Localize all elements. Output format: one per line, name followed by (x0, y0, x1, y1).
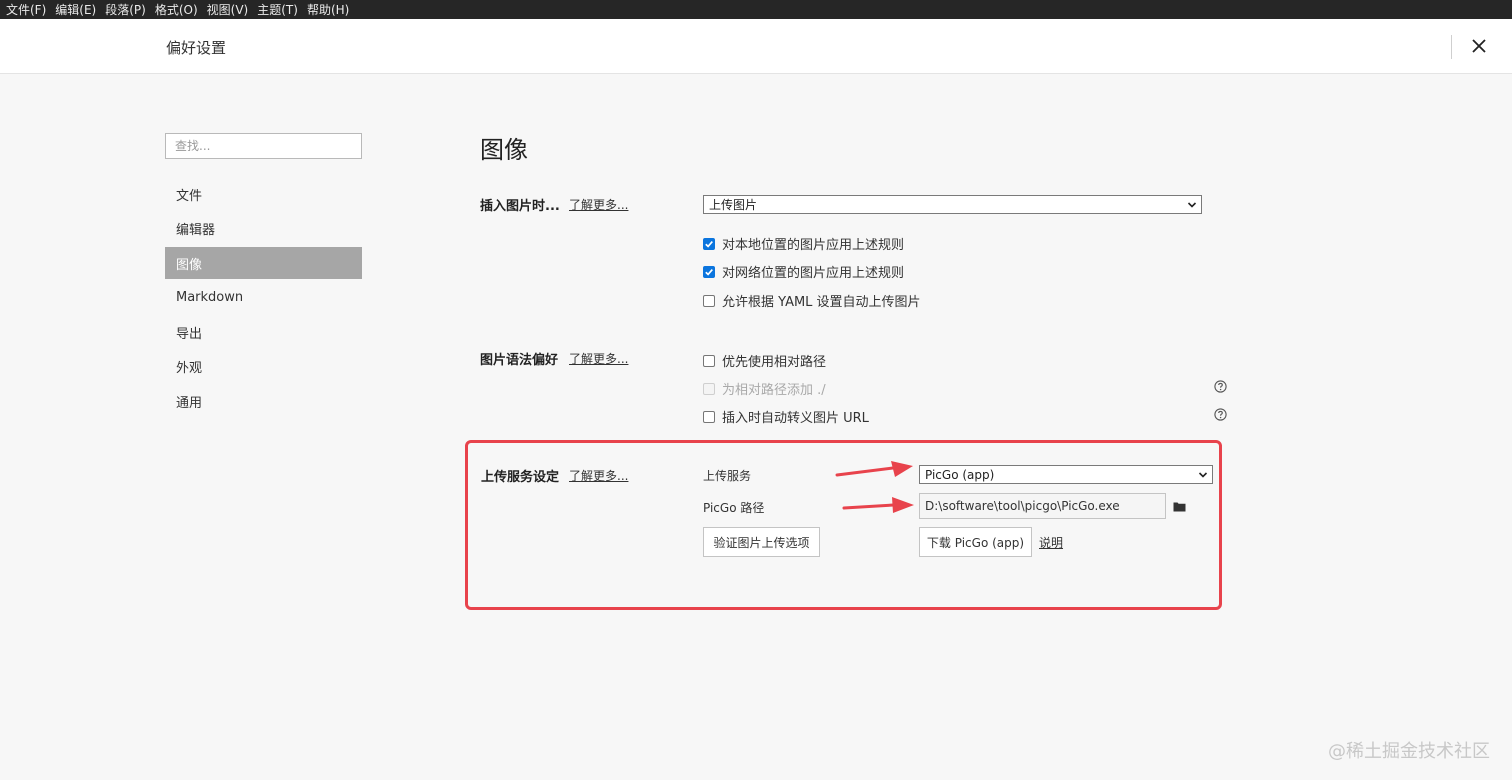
sidebar-nav: 文件 编辑器 图像 Markdown 导出 外观 通用 (165, 178, 362, 420)
menu-file[interactable]: 文件(F) (6, 1, 46, 18)
check-label: 为相对路径添加 ./ (722, 383, 826, 398)
explain-link[interactable]: 说明 (1039, 534, 1063, 551)
check-escape-url[interactable]: 插入时自动转义图片 URL (703, 407, 869, 426)
menu-format[interactable]: 格式(O) (155, 1, 198, 18)
header-divider (1451, 35, 1452, 59)
upload-service-value: PicGo (app) (925, 467, 995, 482)
check-label: 允许根据 YAML 设置自动上传图片 (722, 295, 921, 310)
check-icon (705, 240, 713, 248)
chevron-down-icon (1198, 472, 1208, 478)
insert-action-select[interactable]: 上传图片 (703, 195, 1202, 214)
page-title: 偏好设置 (166, 39, 227, 57)
checkbox[interactable] (703, 237, 715, 250)
preferences-header: 偏好设置 (0, 19, 1512, 74)
sidebar-item-editor[interactable]: 编辑器 (165, 213, 362, 245)
sidebar-item-export[interactable]: 导出 (165, 316, 362, 348)
insert-action-value: 上传图片 (709, 198, 758, 212)
menu-view[interactable]: 视图(V) (207, 1, 249, 18)
sidebar-item-appearance[interactable]: 外观 (165, 351, 362, 383)
checkbox (703, 382, 715, 395)
section-title: 图像 (480, 136, 528, 164)
check-label: 对网络位置的图片应用上述规则 (722, 266, 905, 281)
help-icon[interactable] (1214, 380, 1227, 393)
picgo-path-label: PicGo 路径 (703, 501, 765, 515)
check-label: 优先使用相对路径 (722, 355, 827, 370)
check-yaml-upload[interactable]: 允许根据 YAML 设置自动上传图片 (703, 291, 921, 310)
sidebar-item-markdown[interactable]: Markdown (165, 282, 362, 314)
close-icon (1472, 39, 1486, 53)
checkbox[interactable] (703, 294, 715, 307)
help-icon[interactable] (1214, 408, 1227, 421)
picgo-path-value: D:\software\tool\picgo\PicGo.exe (925, 499, 1120, 513)
upload-service-settings-label: 上传服务设定 (481, 470, 560, 485)
arrow-annotation (835, 461, 913, 477)
folder-icon[interactable] (1173, 501, 1186, 512)
watermark: @稀土掘金技术社区 (1328, 741, 1490, 762)
sidebar-item-general[interactable]: 通用 (165, 385, 362, 417)
verify-upload-button[interactable]: 验证图片上传选项 (703, 527, 820, 557)
search-input[interactable] (165, 133, 362, 159)
menu-help[interactable]: 帮助(H) (307, 1, 349, 18)
upload-service-label: 上传服务 (703, 469, 752, 483)
sidebar-item-file[interactable]: 文件 (165, 178, 362, 210)
sidebar-item-image[interactable]: 图像 (165, 247, 362, 279)
checkbox[interactable] (703, 354, 715, 367)
menu-paragraph[interactable]: 段落(P) (105, 1, 146, 18)
insert-learn-more-link[interactable]: 了解更多... (569, 196, 628, 213)
insert-image-label: 插入图片时... (480, 199, 560, 214)
menu-edit[interactable]: 编辑(E) (55, 1, 96, 18)
check-apply-local[interactable]: 对本地位置的图片应用上述规则 (703, 234, 904, 253)
check-icon (705, 268, 713, 276)
close-button[interactable] (1466, 31, 1492, 61)
checkbox[interactable] (703, 265, 715, 278)
menu-theme[interactable]: 主题(T) (257, 1, 298, 18)
arrow-annotation (842, 497, 914, 513)
checkbox[interactable] (703, 410, 715, 423)
check-prefer-relative[interactable]: 优先使用相对路径 (703, 351, 826, 370)
menu-bar: 文件(F) 编辑(E) 段落(P) 格式(O) 视图(V) 主题(T) 帮助(H… (0, 0, 1512, 19)
download-picgo-button[interactable]: 下载 PicGo (app) (919, 527, 1032, 557)
chevron-down-icon (1187, 202, 1197, 208)
check-label: 插入时自动转义图片 URL (722, 411, 869, 426)
syntax-pref-label: 图片语法偏好 (480, 353, 559, 368)
upload-learn-more-link[interactable]: 了解更多... (569, 467, 628, 484)
check-label: 对本地位置的图片应用上述规则 (722, 238, 905, 253)
upload-service-select[interactable]: PicGo (app) (919, 465, 1213, 484)
check-apply-network[interactable]: 对网络位置的图片应用上述规则 (703, 262, 904, 281)
syntax-learn-more-link[interactable]: 了解更多... (569, 350, 628, 367)
picgo-path-input[interactable]: D:\software\tool\picgo\PicGo.exe (919, 493, 1166, 519)
check-add-dot-slash: 为相对路径添加 ./ (703, 379, 826, 398)
